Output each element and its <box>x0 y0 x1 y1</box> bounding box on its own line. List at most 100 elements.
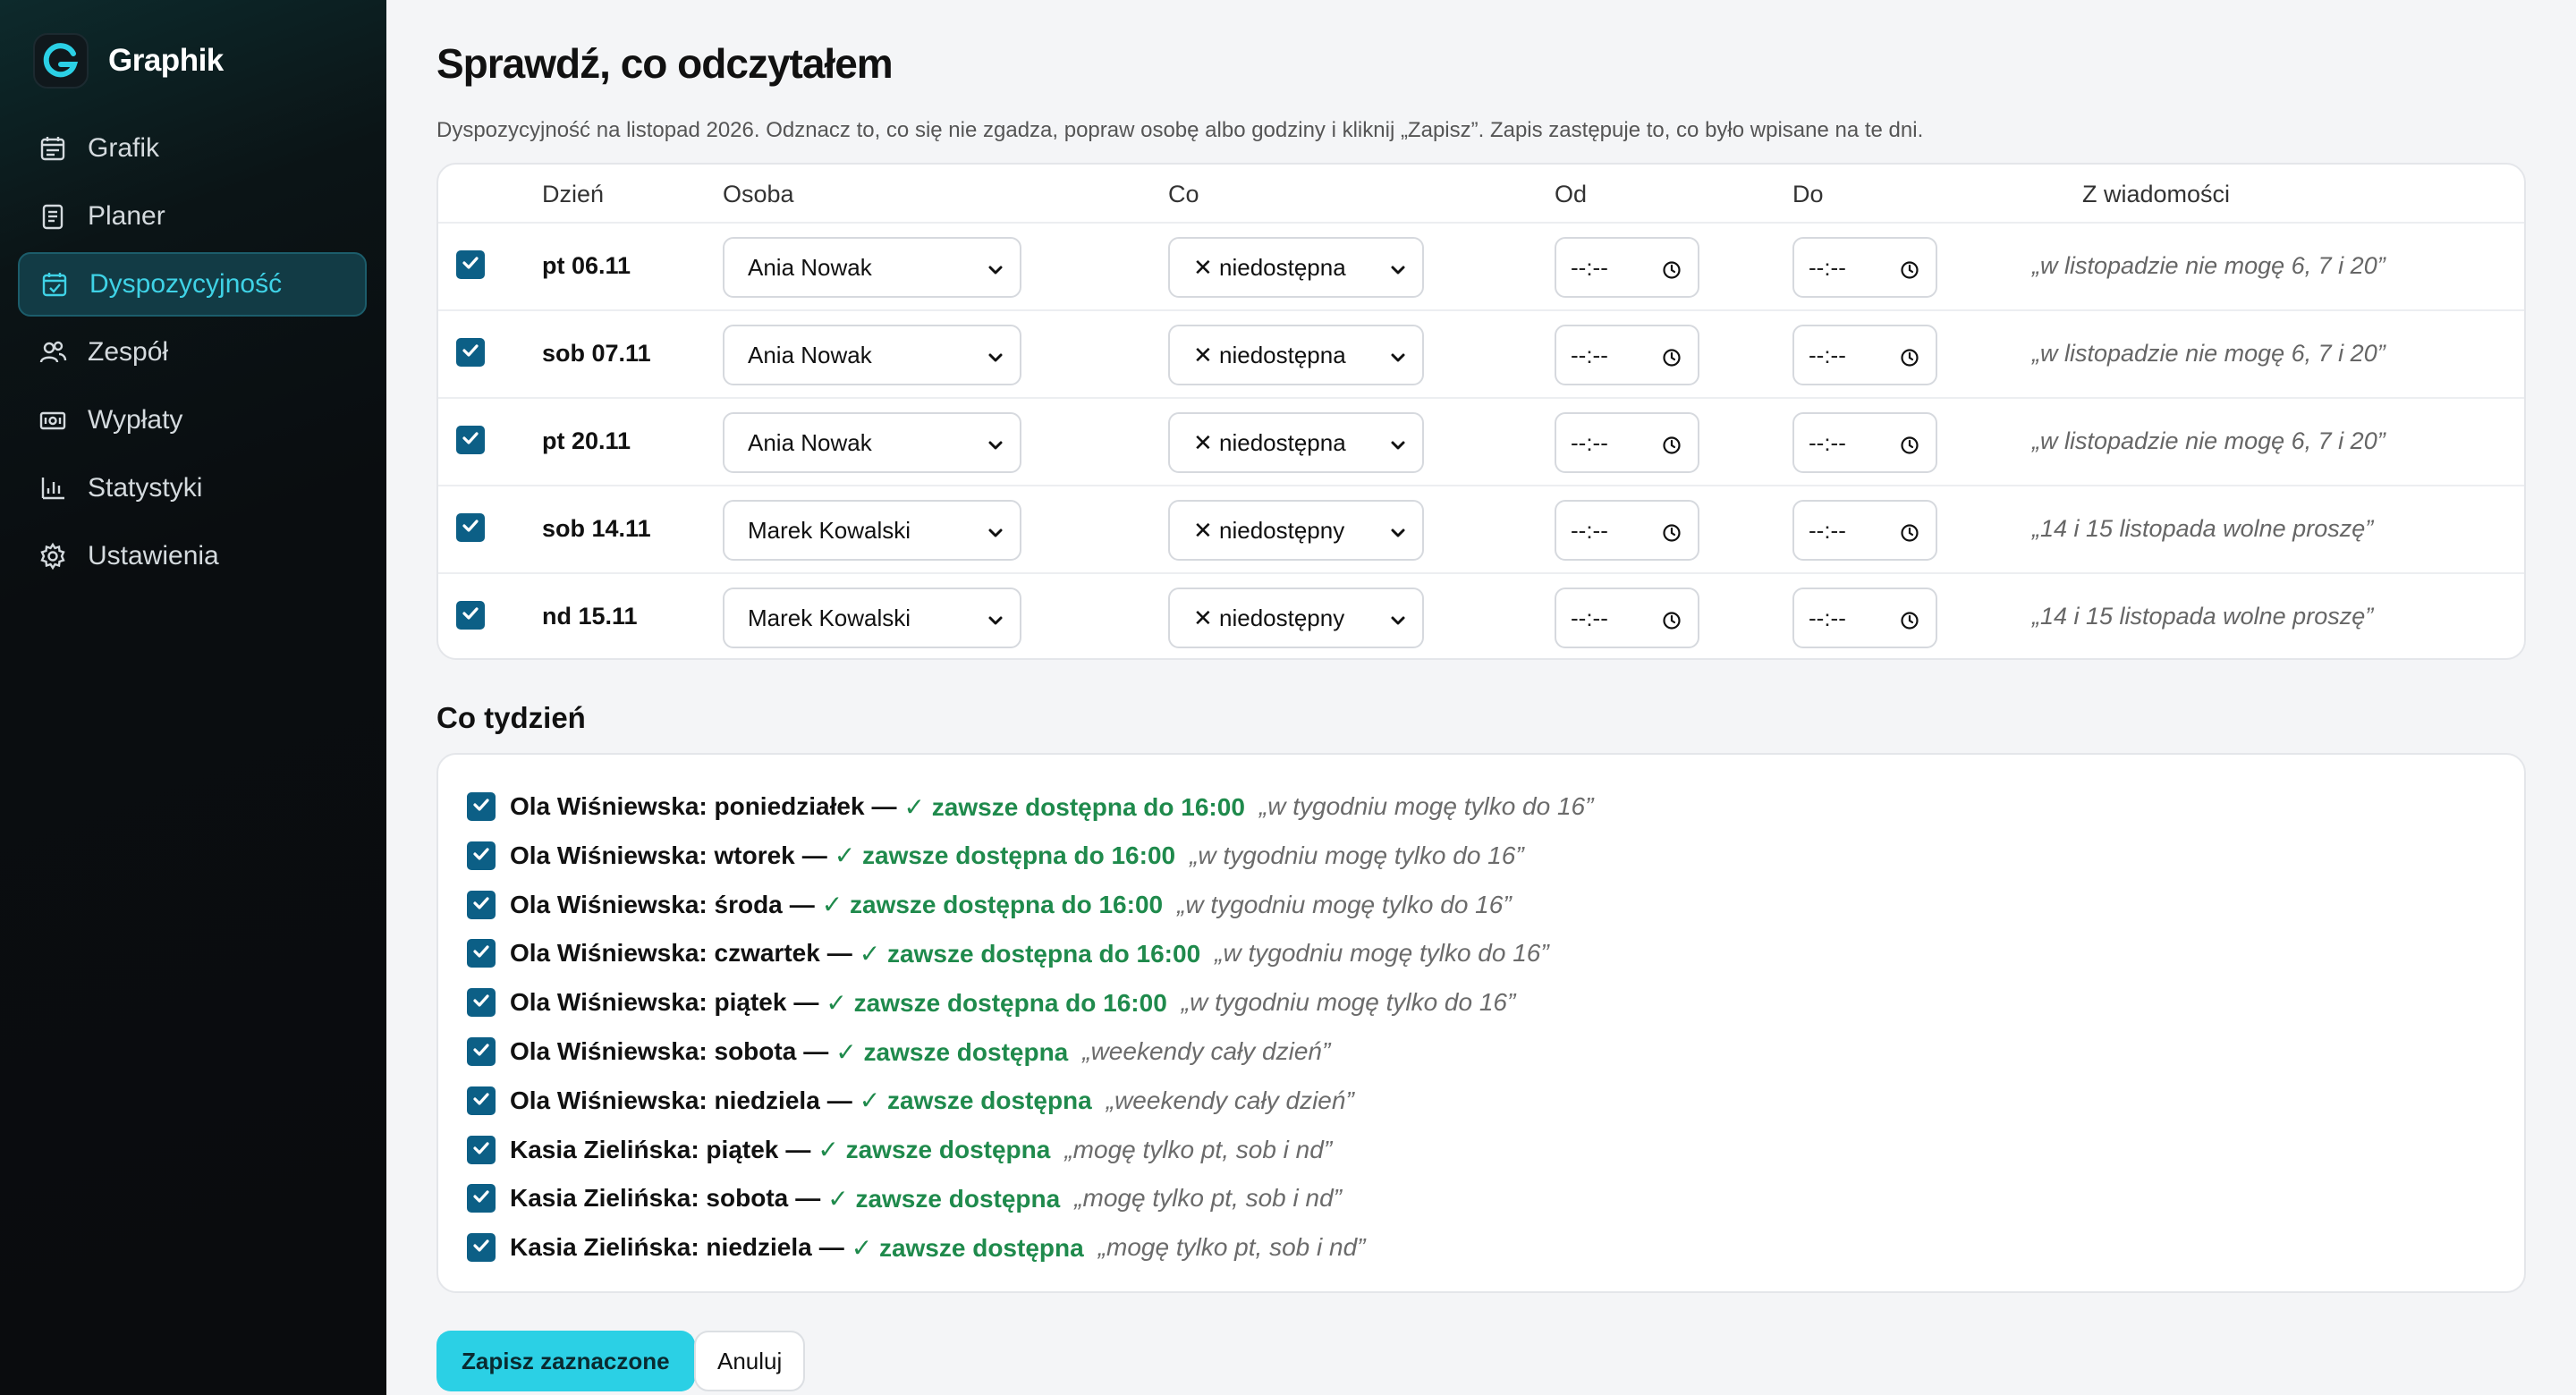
chevron-down-icon <box>986 609 1005 637</box>
sidebar: Graphik Grafik Planer Dyspozycyjność Zes… <box>0 0 386 1395</box>
sidebar-item-ustawienia[interactable]: Ustawienia <box>18 524 367 588</box>
sidebar-item-grafik[interactable]: Grafik <box>18 116 367 181</box>
weekly-checkbox[interactable] <box>467 1135 496 1164</box>
page-title: Sprawdź, co odczytałem <box>436 40 894 87</box>
separator-dash: — <box>793 988 819 1017</box>
time-from-input[interactable]: --:-- <box>1555 588 1699 648</box>
row-checkbox[interactable] <box>456 250 485 279</box>
person-select-value: Marek Kowalski <box>748 604 911 631</box>
sidebar-item-zespol[interactable]: Zespół <box>18 320 367 385</box>
brand[interactable]: Graphik <box>33 33 224 89</box>
weekly-quote: „mogę tylko pt, sob i nd” <box>1074 1184 1343 1213</box>
person-select[interactable]: Marek Kowalski <box>723 500 1021 561</box>
weekly-checkbox[interactable] <box>467 1184 496 1213</box>
row-day: sob 07.11 <box>542 340 651 367</box>
row-checkbox[interactable] <box>456 513 485 542</box>
time-from-input[interactable]: --:-- <box>1555 237 1699 298</box>
weekly-label: Ola Wiśniewska: niedziela <box>510 1086 820 1114</box>
weekly-section-title: Co tydzień <box>436 701 586 734</box>
person-select[interactable]: Ania Nowak <box>723 237 1021 298</box>
checkmark-icon <box>461 341 480 365</box>
status-select[interactable]: ✕ niedostępna <box>1168 237 1424 298</box>
time-to-input[interactable]: --:-- <box>1792 500 1937 561</box>
weekly-status: ✓ zawsze dostępna do 16:00 <box>903 792 1245 821</box>
clock-icon <box>1900 258 1919 286</box>
separator-dash: — <box>826 1086 852 1114</box>
save-selected-button[interactable]: Zapisz zaznaczone <box>436 1331 695 1391</box>
weekly-quote: „weekendy cały dzień” <box>1082 1037 1331 1065</box>
weekly-label: Ola Wiśniewska: poniedziałek <box>510 792 865 820</box>
person-select-value: Ania Nowak <box>748 253 872 281</box>
list-item: Ola Wiśniewska: piątek — ✓ zawsze dostępna… <box>467 985 1515 1020</box>
row-checkbox[interactable] <box>456 601 485 630</box>
graphik-logo-icon <box>33 33 89 89</box>
time-from-value: --:-- <box>1571 604 1608 631</box>
time-from-input[interactable]: --:-- <box>1555 325 1699 385</box>
sidebar-item-wyplaty[interactable]: Wypłaty <box>18 388 367 452</box>
table-row: sob 14.11 Marek Kowalski ✕ niedostępny --:-… <box>438 486 2524 574</box>
status-select[interactable]: ✕ niedostępna <box>1168 325 1424 385</box>
column-header-to: Do <box>1792 181 1824 207</box>
brand-name: Graphik <box>108 43 224 78</box>
weekly-status: ✓ zawsze dostępna do 16:00 <box>834 841 1176 870</box>
weekly-quote: „weekendy cały dzień” <box>1106 1086 1354 1114</box>
chevron-down-icon <box>1388 609 1408 637</box>
separator-dash: — <box>795 1184 821 1213</box>
chevron-down-icon <box>986 258 1005 286</box>
sidebar-item-label: Statystyki <box>88 473 203 503</box>
weekly-list: Ola Wiśniewska: poniedziałek — ✓ zawsze do… <box>436 753 2526 1293</box>
status-select-value: ✕ niedostępny <box>1193 604 1345 631</box>
clock-icon <box>1900 346 1919 374</box>
status-select[interactable]: ✕ niedostępny <box>1168 588 1424 648</box>
row-checkbox[interactable] <box>456 426 485 454</box>
weekly-label: Ola Wiśniewska: środa <box>510 890 783 918</box>
clock-icon <box>1662 258 1682 286</box>
weekly-checkbox[interactable] <box>467 1037 496 1066</box>
status-select-value: ✕ niedostępna <box>1193 341 1346 368</box>
time-to-input[interactable]: --:-- <box>1792 237 1937 298</box>
checkmark-icon <box>471 1037 491 1066</box>
calendar-check-icon <box>39 269 70 300</box>
separator-dash: — <box>785 1135 811 1163</box>
cancel-button[interactable]: Anuluj <box>694 1331 806 1391</box>
sidebar-item-label: Wypłaty <box>88 405 183 435</box>
clock-icon <box>1662 346 1682 374</box>
weekly-checkbox[interactable] <box>467 890 496 919</box>
person-select[interactable]: Ania Nowak <box>723 412 1021 473</box>
row-checkbox[interactable] <box>456 338 485 367</box>
person-select[interactable]: Marek Kowalski <box>723 588 1021 648</box>
checkmark-icon <box>471 1184 491 1213</box>
clock-icon <box>1900 521 1919 549</box>
status-select[interactable]: ✕ niedostępna <box>1168 412 1424 473</box>
weekly-checkbox[interactable] <box>467 939 496 968</box>
time-from-value: --:-- <box>1571 516 1608 544</box>
weekly-checkbox[interactable] <box>467 1233 496 1263</box>
list-item: Ola Wiśniewska: czwartek — ✓ zawsze dostęp… <box>467 935 1549 971</box>
status-select[interactable]: ✕ niedostępny <box>1168 500 1424 561</box>
weekly-checkbox[interactable] <box>467 988 496 1018</box>
clock-icon <box>1900 434 1919 461</box>
separator-dash: — <box>803 1037 829 1065</box>
sidebar-item-label: Grafik <box>88 133 160 163</box>
table-row: pt 06.11 Ania Nowak ✕ niedostępna --:-- --:-… <box>438 224 2524 311</box>
list-item: Ola Wiśniewska: sobota — ✓ zawsze dostępna… <box>467 1034 1330 1070</box>
time-to-input[interactable]: --:-- <box>1792 325 1937 385</box>
time-from-input[interactable]: --:-- <box>1555 412 1699 473</box>
person-select[interactable]: Ania Nowak <box>723 325 1021 385</box>
weekly-checkbox[interactable] <box>467 1086 496 1115</box>
checkmark-icon <box>471 1136 491 1164</box>
weekly-checkbox[interactable] <box>467 792 496 821</box>
time-to-input[interactable]: --:-- <box>1792 412 1937 473</box>
sidebar-item-planer[interactable]: Planer <box>18 184 367 249</box>
chevron-down-icon <box>986 346 1005 374</box>
weekly-label: Ola Wiśniewska: czwartek <box>510 939 820 968</box>
sidebar-item-statystyki[interactable]: Statystyki <box>18 456 367 520</box>
row-day: pt 06.11 <box>542 252 631 279</box>
column-header-message: Z wiadomości <box>2082 181 2231 207</box>
time-to-input[interactable]: --:-- <box>1792 588 1937 648</box>
gear-icon <box>38 541 68 571</box>
weekly-checkbox[interactable] <box>467 841 496 870</box>
time-from-input[interactable]: --:-- <box>1555 500 1699 561</box>
checkmark-icon <box>471 1086 491 1115</box>
sidebar-item-dyspozycyjnosc[interactable]: Dyspozycyjność <box>18 252 367 317</box>
